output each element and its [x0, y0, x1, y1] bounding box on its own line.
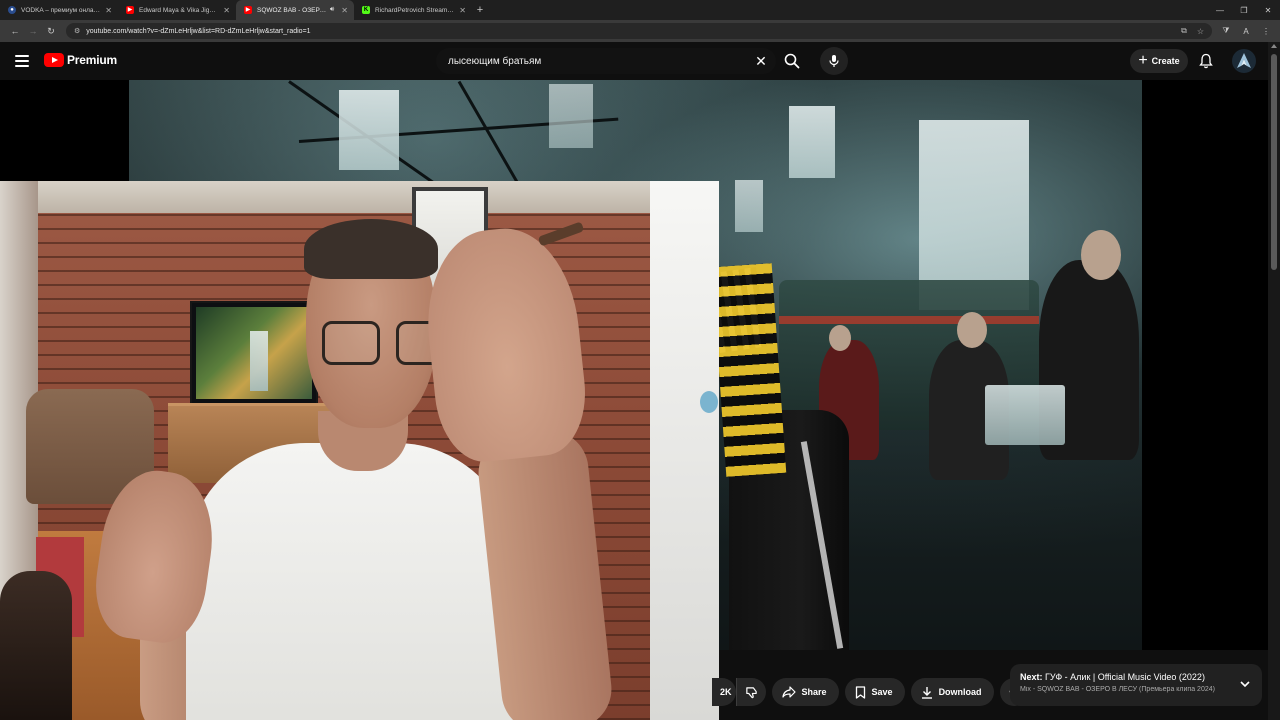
- tab-sqwoz-bab[interactable]: ▶ SQWOZ BAB - ОЗЕРО В ЛЕ... 🔊︎ ✕: [236, 0, 354, 20]
- scrollbar-thumb[interactable]: [1271, 54, 1277, 270]
- close-icon[interactable]: ✕: [223, 6, 230, 15]
- search-icon: [784, 53, 800, 69]
- chevron-down-icon[interactable]: [1238, 677, 1252, 691]
- up-next-prefix: Next:: [1020, 672, 1043, 682]
- clear-search-icon[interactable]: ✕: [746, 53, 776, 70]
- youtube-premium-logo[interactable]: Premium: [44, 53, 117, 67]
- youtube-header: Premium лысеющим братьям ✕ + Create: [0, 42, 1268, 80]
- kick-icon: K: [362, 6, 370, 14]
- download-label: Download: [938, 687, 982, 697]
- like-count[interactable]: 2K: [712, 678, 736, 706]
- extensions-icon[interactable]: ⧩: [1218, 23, 1234, 39]
- tab-edward-maya[interactable]: ▶ Edward Maya & Vika Jigulina - ... ✕: [118, 0, 236, 20]
- voice-search-button[interactable]: [820, 47, 848, 75]
- address-bar[interactable]: ⚙ youtube.com/watch?v=-dZmLeHrljw&list=R…: [66, 23, 1212, 39]
- minimize-icon[interactable]: —: [1208, 0, 1232, 20]
- microphone-icon: [829, 55, 839, 67]
- tab-vodka[interactable]: ● VODKA – премиум онлайн-каз... ✕: [0, 0, 118, 20]
- tab-title: Edward Maya & Vika Jigulina - ...: [139, 6, 220, 14]
- share-icon: [781, 686, 796, 698]
- tv-in-background: [190, 301, 318, 405]
- window-controls: — ❐ ✕: [1208, 0, 1280, 20]
- create-button[interactable]: + Create: [1130, 49, 1188, 73]
- video-actions: 2K Share Save Download •••: [712, 678, 1028, 706]
- dislike-button[interactable]: [735, 678, 766, 706]
- search-box[interactable]: лысеющим братьям ✕: [436, 48, 776, 74]
- forward-icon[interactable]: →: [24, 22, 42, 40]
- youtube-icon: ▶: [244, 6, 252, 14]
- toolbar-icons: ⧩ A ⋮: [1218, 23, 1274, 39]
- url-text[interactable]: youtube.com/watch?v=-dZmLeHrljw&list=RD-…: [86, 28, 1171, 35]
- profile-icon[interactable]: A: [1238, 23, 1254, 39]
- save-label: Save: [871, 687, 893, 697]
- thumbs-down-icon: [745, 686, 757, 698]
- youtube-logo-icon: [44, 53, 64, 67]
- up-next-title-row: Next: ГУФ - Алик | Official Music Video …: [1020, 672, 1252, 682]
- up-next-subtitle: Mix - SQWOZ BAB - ОЗЕРО В ЛЕСУ (Премьера…: [1020, 686, 1215, 693]
- close-icon[interactable]: ✕: [459, 6, 466, 15]
- bookmark-icon: [855, 685, 865, 699]
- more-menu-icon[interactable]: ⋮: [1258, 23, 1274, 39]
- notifications-button[interactable]: [1196, 51, 1216, 71]
- avatar-icon: [1237, 53, 1251, 68]
- new-tab-button[interactable]: +: [472, 4, 488, 16]
- scroll-up-icon[interactable]: [1271, 44, 1277, 48]
- webcam-overlay: [0, 181, 719, 720]
- browser-window: ● VODKA – премиум онлайн-каз... ✕ ▶ Edwa…: [0, 0, 1280, 720]
- restore-icon[interactable]: ❐: [1232, 0, 1256, 20]
- save-button[interactable]: Save: [844, 678, 905, 706]
- download-button[interactable]: Download: [910, 678, 994, 706]
- bookmark-star-icon[interactable]: ☆: [1197, 27, 1204, 36]
- browser-toolbar: ← → ↻ ⚙ youtube.com/watch?v=-dZmLeHrljw&…: [0, 20, 1280, 42]
- open-in-app-icon[interactable]: ⧉: [1181, 26, 1187, 36]
- bell-icon: [1199, 53, 1213, 69]
- tab-title: RichardPetrovich Stream - Watc...: [375, 6, 455, 14]
- share-label: Share: [801, 687, 827, 697]
- page-scrollbar[interactable]: [1268, 42, 1280, 720]
- youtube-icon: ▶: [126, 6, 134, 14]
- plus-icon: +: [1138, 52, 1148, 69]
- search-button[interactable]: [778, 48, 806, 74]
- site-info-icon[interactable]: ⚙: [74, 27, 80, 35]
- speaker-icon[interactable]: 🔊︎: [330, 6, 334, 14]
- search-input[interactable]: лысеющим братьям: [448, 56, 746, 67]
- tab-strip: ● VODKA – премиум онлайн-каз... ✕ ▶ Edwa…: [0, 0, 1280, 20]
- tab-title: VODKA – премиум онлайн-каз...: [21, 6, 101, 14]
- up-next-card[interactable]: Next: ГУФ - Алик | Official Music Video …: [1010, 664, 1262, 706]
- close-icon[interactable]: ✕: [105, 6, 112, 15]
- tab-richard-stream[interactable]: K RichardPetrovich Stream - Watc... ✕: [354, 0, 472, 20]
- hamburger-menu-icon[interactable]: [14, 53, 30, 69]
- back-icon[interactable]: ←: [6, 22, 24, 40]
- tab-title: SQWOZ BAB - ОЗЕРО В ЛЕ...: [257, 6, 327, 14]
- close-icon[interactable]: ✕: [341, 6, 348, 15]
- download-icon: [921, 686, 932, 699]
- logo-text: Premium: [67, 53, 117, 67]
- close-window-icon[interactable]: ✕: [1256, 0, 1280, 20]
- vodka-icon: ●: [8, 6, 16, 14]
- avatar[interactable]: [1232, 49, 1256, 73]
- reload-icon[interactable]: ↻: [42, 22, 60, 40]
- create-label: Create: [1151, 56, 1180, 66]
- share-button[interactable]: Share: [771, 678, 839, 706]
- up-next-title: ГУФ - Алик | Official Music Video (2022): [1045, 672, 1205, 682]
